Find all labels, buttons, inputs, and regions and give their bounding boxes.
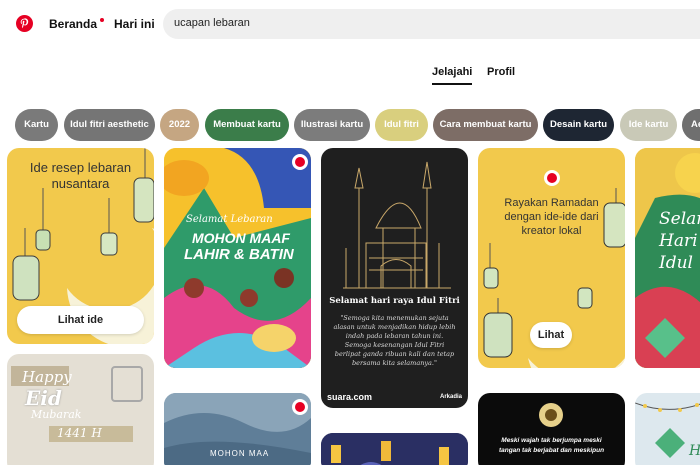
pin-night-lanterns[interactable] <box>321 433 468 465</box>
chip-idul-fitri-aesthetic[interactable]: Idul fitri aesthetic <box>64 109 155 141</box>
nav-hari-ini[interactable]: Hari ini <box>114 17 155 31</box>
stamp-icon <box>111 366 143 402</box>
quote-title: Selamat hari raya Idul Fitri <box>329 296 460 306</box>
mosque-illustration <box>343 161 451 289</box>
pin-mosque-quote[interactable]: Selamat hari raya Idul Fitri "Semoga kit… <box>321 148 468 408</box>
chip-idul-fitri[interactable]: Idul fitri <box>375 109 428 141</box>
tab-profil[interactable]: Profil <box>487 66 515 78</box>
selamat-partial-text: Selam Hari Idul <box>659 209 700 273</box>
mubarak-text: Mubarak <box>31 408 82 421</box>
nav-beranda[interactable]: Beranda <box>49 17 105 31</box>
pin-bottom-right-partial[interactable]: Ha <box>635 393 700 465</box>
chip-partial[interactable]: Ae <box>682 109 700 141</box>
chip-kartu[interactable]: Kartu <box>15 109 58 141</box>
pin-selamat-partial[interactable]: Selam Hari Idul <box>635 148 700 368</box>
chip-ilustrasi-kartu[interactable]: Ilustrasi kartu <box>294 109 370 141</box>
greeting-script: Selamat Lebaran <box>186 214 273 225</box>
quote-body: "Semoga kita menemukan sejuta alasan unt… <box>333 314 456 367</box>
notification-dot <box>100 18 105 22</box>
greeting-line3: LAHIR & BATIN <box>184 246 294 263</box>
chip-2022[interactable]: 2022 <box>160 109 199 141</box>
ketupat-icon <box>539 403 563 427</box>
ha-partial-text: Ha <box>689 443 700 459</box>
meski-line2: tangan tak berjabat dan meskipun <box>498 447 605 454</box>
pin-ramadan[interactable]: Rayakan Ramadan dengan ide-ide dari krea… <box>478 148 625 368</box>
greeting-line2: MOHON MAAF <box>192 230 290 246</box>
tab-jelajahi[interactable]: Jelajahi <box>432 66 473 85</box>
chip-desain-kartu[interactable]: Desain kartu <box>543 109 614 141</box>
happy-text: Happy <box>22 368 72 386</box>
eid-text: Eid <box>25 386 62 410</box>
pin-resep-lebaran[interactable]: Ide resep lebaran nusantara Lihat ide <box>7 148 154 344</box>
pinterest-badge-icon <box>544 170 560 186</box>
top-nav: Beranda Hari ini <box>0 0 700 48</box>
pin-meski-quote[interactable]: Meski wajah tak berjumpa meski tangan ta… <box>478 393 625 465</box>
pin-mohon-maaf-watercolor[interactable]: MOHON MAA <box>164 393 311 465</box>
chip-ide-kartu[interactable]: Ide kartu <box>620 109 677 141</box>
lihat-button[interactable]: Lihat <box>530 322 572 348</box>
pin-title: Rayakan Ramadan dengan ide-ide dari krea… <box>504 197 599 237</box>
source-label: suara.com <box>327 392 373 402</box>
pin-happy-eid[interactable]: Happy Eid Mubarak 1441 H <box>7 354 154 465</box>
chip-cara-membuat-kartu[interactable]: Cara membuat kartu <box>433 109 538 141</box>
pin-title: Ide resep lebaran nusantara <box>29 160 132 191</box>
search-input[interactable] <box>174 17 594 29</box>
chip-membuat-kartu[interactable]: Membuat kartu <box>205 109 289 141</box>
pinterest-logo-icon[interactable] <box>16 15 33 32</box>
pinterest-badge-icon <box>292 399 308 415</box>
hijri-year: 1441 H <box>57 426 102 440</box>
filter-chips: Kartu Idul fitri aesthetic 2022 Membuat … <box>15 109 700 141</box>
search-bar[interactable] <box>163 9 700 39</box>
meski-line1: Meski wajah tak berjumpa meski <box>501 437 602 444</box>
lantern-strip-illustration <box>321 433 468 465</box>
lihat-ide-button[interactable]: Lihat ide <box>17 306 144 334</box>
mohon-partial-text: MOHON MAA <box>210 449 270 458</box>
pin-mohon-maaf[interactable]: Selamat Lebaran MOHON MAAF LAHIR & BATIN <box>164 148 311 368</box>
brand-label: Arkadia <box>439 394 462 400</box>
active-tab-underline <box>432 83 473 85</box>
pinterest-badge-icon <box>292 154 308 170</box>
